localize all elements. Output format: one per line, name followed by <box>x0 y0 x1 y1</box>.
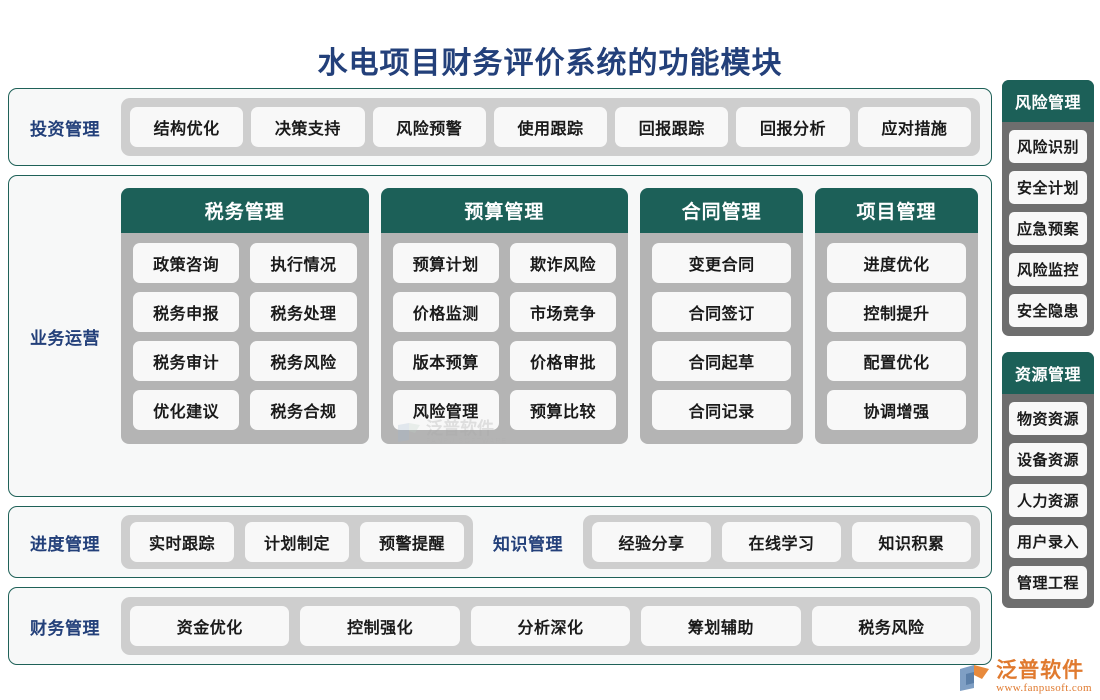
chip-finance-4[interactable]: 税务风险 <box>811 606 972 646</box>
chip-tax-2[interactable]: 税务申报 <box>133 292 240 332</box>
chip-invest-6[interactable]: 应对措施 <box>857 107 971 147</box>
chip-project-0[interactable]: 进度优化 <box>827 243 966 283</box>
chip-contract-1[interactable]: 合同签订 <box>652 292 792 332</box>
business-column-body-project: 进度优化 控制提升 配置优化 协调增强 <box>815 233 978 444</box>
chip-budget-4[interactable]: 版本预算 <box>392 341 499 381</box>
sidebar-item-risk-0[interactable]: 风险识别 <box>1009 130 1087 163</box>
chip-progress-0[interactable]: 实时跟踪 <box>130 522 234 562</box>
right-sidebar: 风险管理 风险识别 安全计划 应急预案 风险监控 安全隐患 资源管理 物资资源 … <box>1002 80 1094 608</box>
chip-budget-2[interactable]: 价格监测 <box>392 292 499 332</box>
section-financial-management: 财务管理 资金优化 控制强化 分析深化 筹划辅助 税务风险 <box>8 587 992 665</box>
chip-contract-0[interactable]: 变更合同 <box>652 243 792 283</box>
chip-knowledge-2[interactable]: 知识积累 <box>852 522 971 562</box>
business-column-budget: 预算管理 预算计划 欺诈风险 价格监测 市场竞争 版本预算 价格审批 风险管理 … <box>380 188 629 444</box>
page-title: 水电项目财务评价系统的功能模块 <box>317 47 783 80</box>
chip-contract-2[interactable]: 合同起草 <box>652 341 792 381</box>
chip-contract-3[interactable]: 合同记录 <box>652 390 792 430</box>
chip-budget-1[interactable]: 欺诈风险 <box>509 243 617 283</box>
chip-finance-0[interactable]: 资金优化 <box>130 606 290 646</box>
chip-invest-0[interactable]: 结构优化 <box>130 107 244 147</box>
business-column-body-contract: 变更合同 合同签订 合同起草 合同记录 <box>640 233 804 444</box>
chip-invest-1[interactable]: 决策支持 <box>251 107 365 147</box>
chip-budget-6[interactable]: 风险管理 <box>392 390 499 430</box>
chip-project-2[interactable]: 配置优化 <box>827 341 966 381</box>
sidebar-item-risk-2[interactable]: 应急预案 <box>1009 212 1087 245</box>
business-column-title-budget: 预算管理 <box>380 188 629 233</box>
sidebar-item-risk-3[interactable]: 风险监控 <box>1009 253 1087 286</box>
chip-project-3[interactable]: 协调增强 <box>827 390 966 430</box>
chip-tax-3[interactable]: 税务处理 <box>250 292 357 332</box>
fanpu-logo-text: 泛普软件 www.fanpusoft.com <box>996 658 1092 694</box>
progress-chip-tray: 实时跟踪 计划制定 预警提醒 <box>121 515 473 569</box>
business-column-contract: 合同管理 变更合同 合同签订 合同起草 合同记录 <box>640 188 804 444</box>
chip-tax-4[interactable]: 税务审计 <box>133 341 240 381</box>
chip-tax-7[interactable]: 税务合规 <box>250 390 357 430</box>
section-investment-management: 投资管理 结构优化 决策支持 风险预警 使用跟踪 回报跟踪 回报分析 应对措施 <box>8 88 992 166</box>
chip-finance-2[interactable]: 分析深化 <box>470 606 631 646</box>
section-label-investment: 投资管理 <box>30 119 100 139</box>
chip-budget-5[interactable]: 价格审批 <box>509 341 617 381</box>
business-column-body-tax: 政策咨询 执行情况 税务申报 税务处理 税务审计 税务风险 优化建议 税务合规 <box>121 233 369 444</box>
sidebar-group-title-resource: 资源管理 <box>1002 352 1094 394</box>
chip-invest-5[interactable]: 回报分析 <box>736 107 850 147</box>
fanpu-logo-cn: 泛普软件 <box>996 658 1085 682</box>
chip-budget-0[interactable]: 预算计划 <box>392 243 499 283</box>
chip-budget-7[interactable]: 预算比较 <box>509 390 617 430</box>
chip-project-1[interactable]: 控制提升 <box>827 292 966 332</box>
chip-tax-1[interactable]: 执行情况 <box>250 243 357 283</box>
fanpu-logo-icon <box>960 664 990 691</box>
section-progress-and-knowledge: 进度管理 实时跟踪 计划制定 预警提醒 知识管理 经验分享 在线学习 知识积累 <box>8 506 992 578</box>
sidebar-group-items-resource: 物资资源 设备资源 人力资源 用户录入 管理工程 <box>1002 394 1094 608</box>
sidebar-group-title-risk: 风险管理 <box>1002 80 1094 122</box>
chip-tax-0[interactable]: 政策咨询 <box>133 243 240 283</box>
chip-progress-1[interactable]: 计划制定 <box>245 522 349 562</box>
sidebar-item-resource-4[interactable]: 管理工程 <box>1009 566 1087 599</box>
chip-invest-4[interactable]: 回报跟踪 <box>615 107 729 147</box>
chip-knowledge-1[interactable]: 在线学习 <box>722 522 841 562</box>
business-column-project: 项目管理 进度优化 控制提升 配置优化 协调增强 <box>815 188 978 444</box>
sidebar-item-resource-1[interactable]: 设备资源 <box>1009 443 1087 476</box>
sidebar-item-risk-4[interactable]: 安全隐患 <box>1009 294 1087 327</box>
business-columns: 税务管理 政策咨询 执行情况 税务申报 税务处理 税务审计 税务风险 优化建议 … <box>121 176 991 496</box>
business-column-body-budget: 预算计划 欺诈风险 价格监测 市场竞争 版本预算 价格审批 风险管理 预算比较 <box>380 233 629 444</box>
chip-knowledge-0[interactable]: 经验分享 <box>592 522 711 562</box>
sidebar-item-resource-0[interactable]: 物资资源 <box>1009 402 1087 435</box>
sidebar-group-resource: 资源管理 物资资源 设备资源 人力资源 用户录入 管理工程 <box>1002 352 1094 608</box>
chip-tax-5[interactable]: 税务风险 <box>250 341 357 381</box>
chip-finance-1[interactable]: 控制强化 <box>300 606 460 646</box>
sidebar-group-items-risk: 风险识别 安全计划 应急预案 风险监控 安全隐患 <box>1002 122 1094 336</box>
chip-tax-6[interactable]: 优化建议 <box>133 390 240 430</box>
section-business-operations: 业务运营 税务管理 政策咨询 执行情况 税务申报 税务处理 税务审计 税务风险 … <box>8 175 992 497</box>
chip-finance-3[interactable]: 筹划辅助 <box>641 606 801 646</box>
finance-chip-tray: 资金优化 控制强化 分析深化 筹划辅助 税务风险 <box>121 597 980 655</box>
chip-progress-2[interactable]: 预警提醒 <box>360 522 464 562</box>
section-label-knowledge: 知识管理 <box>493 534 563 554</box>
business-column-tax: 税务管理 政策咨询 执行情况 税务申报 税务处理 税务审计 税务风险 优化建议 … <box>121 188 369 444</box>
fanpu-logo: 泛普软件 www.fanpusoft.com <box>957 658 1092 694</box>
section-label-finance: 财务管理 <box>30 618 100 638</box>
business-column-title-contract: 合同管理 <box>640 188 804 233</box>
chip-invest-3[interactable]: 使用跟踪 <box>493 107 608 147</box>
knowledge-chip-tray: 经验分享 在线学习 知识积累 <box>583 515 980 569</box>
business-column-title-tax: 税务管理 <box>121 188 369 233</box>
sidebar-group-risk: 风险管理 风险识别 安全计划 应急预案 风险监控 安全隐患 <box>1002 80 1094 336</box>
main-layout: 投资管理 结构优化 决策支持 风险预警 使用跟踪 回报跟踪 回报分析 应对措施 … <box>8 88 992 668</box>
chip-budget-3[interactable]: 市场竞争 <box>509 292 617 332</box>
section-label-progress: 进度管理 <box>30 534 100 554</box>
fanpu-logo-url: www.fanpusoft.com <box>996 682 1092 694</box>
investment-chip-tray: 结构优化 决策支持 风险预警 使用跟踪 回报跟踪 回报分析 应对措施 <box>121 98 980 156</box>
sidebar-item-resource-3[interactable]: 用户录入 <box>1009 525 1087 558</box>
business-column-title-project: 项目管理 <box>815 188 978 233</box>
sidebar-item-risk-1[interactable]: 安全计划 <box>1009 171 1087 204</box>
sidebar-item-resource-2[interactable]: 人力资源 <box>1009 484 1087 517</box>
chip-invest-2[interactable]: 风险预警 <box>372 107 486 147</box>
section-label-business: 业务运营 <box>30 328 100 348</box>
